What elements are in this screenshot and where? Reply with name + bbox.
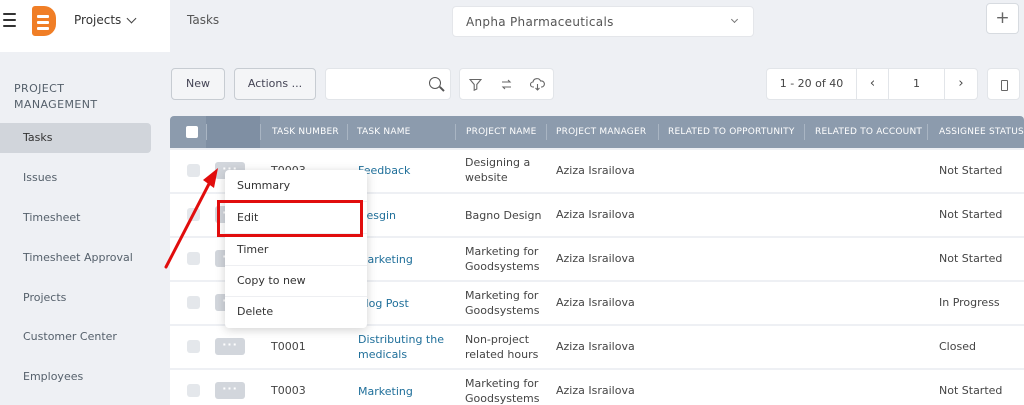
project-manager: Aziza Israilova: [556, 340, 635, 353]
sidebar-item-tasks[interactable]: Tasks: [0, 123, 151, 153]
header-actions-column: [206, 116, 260, 148]
module-switcher-area: Projects: [0, 0, 170, 52]
page-header: Tasks Anpha Pharmaceuticals +: [170, 0, 1024, 52]
column-header-project-name[interactable]: PROJECT NAME: [466, 116, 546, 148]
module-name[interactable]: Projects: [74, 13, 121, 27]
project-name: Non-project related hours: [465, 333, 539, 361]
chevron-down-icon[interactable]: [126, 13, 137, 24]
task-name-link[interactable]: Distributing the medicals: [358, 332, 450, 362]
row-actions-button[interactable]: ···: [215, 338, 245, 355]
row-checkbox[interactable]: [187, 208, 200, 221]
column-separator: [927, 124, 928, 140]
assignee-status: Not Started: [939, 384, 1003, 397]
search-icon[interactable]: [429, 77, 441, 89]
task-name-link[interactable]: Marketing: [358, 384, 413, 399]
assignee-status: Closed: [939, 340, 976, 353]
grid-tools: [459, 68, 554, 100]
project-name: Bagno Design: [465, 209, 542, 222]
search-input[interactable]: [325, 68, 451, 100]
assignee-status: In Progress: [939, 296, 1000, 309]
menu-item-summary[interactable]: Summary: [225, 170, 367, 202]
sidebar-item-projects[interactable]: Projects: [0, 283, 151, 313]
edit-highlight-annotation: [217, 200, 363, 237]
row-checkbox[interactable]: [187, 164, 200, 177]
sidebar-heading: PROJECT MANAGEMENT: [14, 82, 98, 111]
chevron-down-icon: [730, 15, 739, 24]
row-actions-button[interactable]: ···: [215, 382, 245, 399]
grid-header: TASK NUMBER TASK NAME PROJECT NAME PROJE…: [170, 116, 1024, 148]
table-row[interactable]: ··· T0001 Distributing the medicals Non-…: [170, 326, 1024, 368]
pager-range: 1 - 20 of 40: [767, 69, 857, 99]
column-header-task-number[interactable]: TASK NUMBER: [272, 116, 348, 148]
column-separator: [260, 124, 261, 140]
column-header-task-name[interactable]: TASK NAME: [357, 116, 447, 148]
hamburger-menu-icon[interactable]: [3, 13, 16, 27]
row-checkbox[interactable]: [187, 252, 200, 265]
pager-prev-button[interactable]: ‹: [857, 69, 889, 99]
project-manager: Aziza Israilova: [556, 296, 635, 309]
menu-item-copy-to-new[interactable]: Copy to new: [225, 265, 367, 297]
app-logo-icon: [32, 6, 56, 36]
assignee-status: Not Started: [939, 164, 1003, 177]
project-manager: Aziza Israilova: [556, 164, 635, 177]
actions-button[interactable]: Actions ...: [234, 68, 316, 100]
task-number: T0003: [271, 384, 306, 397]
project-manager: Aziza Israilova: [556, 208, 635, 221]
pager-next-button[interactable]: ›: [945, 69, 977, 99]
column-separator: [658, 124, 659, 140]
sidebar: PROJECT MANAGEMENT Tasks Issues Timeshee…: [0, 52, 170, 405]
row-checkbox[interactable]: [187, 384, 200, 397]
sidebar-item-customer-center[interactable]: Customer Center: [0, 322, 151, 352]
company-select-value: Anpha Pharmaceuticals: [466, 15, 614, 29]
sidebar-item-timesheet-approval[interactable]: Timesheet Approval: [0, 243, 151, 273]
project-name: Marketing for Goodsystems: [465, 377, 540, 405]
column-header-related-account[interactable]: RELATED TO ACCOUNT: [815, 116, 923, 148]
assignee-status: Not Started: [939, 208, 1003, 221]
column-separator: [347, 124, 348, 140]
mobile-view-icon[interactable]: [987, 68, 1020, 100]
project-name: Marketing for Goodsystems: [465, 245, 540, 273]
new-button[interactable]: New: [171, 68, 225, 100]
row-checkbox[interactable]: [187, 296, 200, 309]
task-number: T0001: [271, 340, 306, 353]
table-row[interactable]: ··· T0003 Marketing Marketing for Goodsy…: [170, 370, 1024, 405]
project-name: Marketing for Goodsystems: [465, 289, 540, 317]
column-separator: [546, 124, 547, 140]
column-separator: [455, 124, 456, 140]
project-name: Designing a website: [465, 156, 531, 184]
top-bar: Projects Tasks Anpha Pharmaceuticals +: [0, 0, 1024, 52]
cloud-download-icon[interactable]: [522, 69, 553, 99]
select-all-checkbox[interactable]: [186, 126, 198, 138]
pagination: 1 - 20 of 40 ‹ 1 ›: [766, 68, 978, 100]
column-header-related-opportunity[interactable]: RELATED TO OPPORTUNITY: [668, 116, 798, 148]
sidebar-item-timesheet[interactable]: Timesheet: [0, 203, 151, 233]
pager-page-input[interactable]: 1: [889, 69, 945, 99]
assignee-status: Not Started: [939, 252, 1003, 265]
sidebar-item-employees[interactable]: Employees: [0, 362, 151, 392]
column-separator: [804, 124, 805, 140]
project-manager: Aziza Israilova: [556, 252, 635, 265]
row-context-menu: Summary Edit Timer Copy to new Delete: [225, 170, 367, 328]
project-manager: Aziza Israilova: [556, 384, 635, 397]
menu-item-timer[interactable]: Timer: [225, 234, 367, 266]
add-button[interactable]: +: [986, 3, 1019, 34]
company-select[interactable]: Anpha Pharmaceuticals: [452, 6, 754, 37]
column-separator: [206, 124, 207, 140]
column-header-assignee-status[interactable]: ASSIGNEE STATUS: [939, 116, 1024, 148]
menu-item-delete[interactable]: Delete: [225, 296, 367, 328]
row-checkbox[interactable]: [187, 340, 200, 353]
sidebar-item-issues[interactable]: Issues: [0, 163, 151, 193]
refresh-icon[interactable]: [491, 69, 522, 99]
filter-icon[interactable]: [460, 69, 491, 99]
column-header-project-manager[interactable]: PROJECT MANAGER: [556, 116, 656, 148]
page-title: Tasks: [187, 13, 220, 27]
